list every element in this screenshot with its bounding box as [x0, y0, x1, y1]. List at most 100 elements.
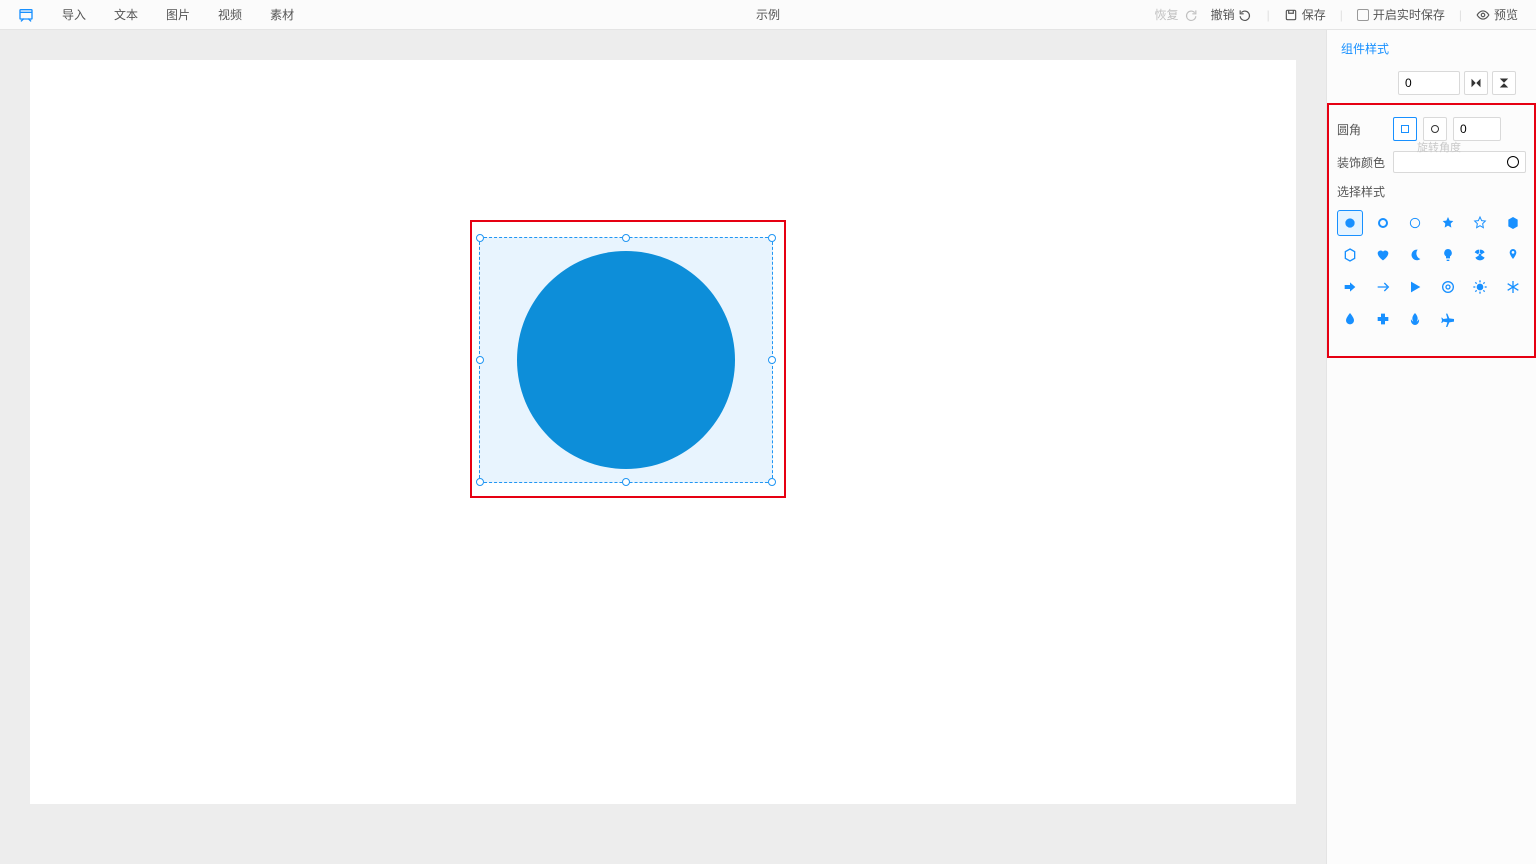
separator: | [1340, 8, 1343, 22]
drop-icon [1342, 311, 1358, 327]
separator: | [1267, 8, 1270, 22]
corner-square-icon [1399, 123, 1411, 135]
flip-vertical-button[interactable] [1492, 71, 1516, 95]
corner-label: 圆角 [1337, 121, 1387, 138]
style-lightbulb[interactable] [1435, 242, 1461, 268]
heart-filled-icon [1375, 247, 1391, 263]
style-star-filled[interactable] [1435, 210, 1461, 236]
flip-horizontal-icon [1470, 77, 1482, 89]
plane-icon [1440, 311, 1456, 327]
corner-radius-row: 圆角 [1337, 117, 1526, 141]
plus-icon [1375, 311, 1391, 327]
menu-video[interactable]: 视频 [218, 6, 242, 23]
menu-image[interactable]: 图片 [166, 6, 190, 23]
flip-horizontal-button[interactable] [1464, 71, 1488, 95]
resize-handle-br[interactable] [768, 478, 776, 486]
app-logo-icon[interactable] [18, 7, 34, 23]
style-target[interactable] [1435, 274, 1461, 300]
style-hexagon-filled[interactable] [1500, 210, 1526, 236]
style-circle-outline[interactable] [1402, 210, 1428, 236]
flip-vertical-icon [1498, 77, 1510, 89]
annotation-highlight-canvas [470, 220, 786, 498]
rotation-hint: 旋转角度 [1417, 139, 1461, 155]
style-hexagon-outline[interactable] [1337, 242, 1363, 268]
resize-handle-tm[interactable] [622, 234, 630, 242]
resize-handle-mr[interactable] [768, 356, 776, 364]
color-ring-icon [1507, 156, 1519, 168]
canvas[interactable] [30, 60, 1296, 804]
style-circle-filled[interactable] [1337, 210, 1363, 236]
style-drop[interactable] [1337, 306, 1363, 332]
save-button[interactable]: 保存 [1284, 6, 1326, 23]
selection-box[interactable] [479, 237, 773, 483]
arrow-right-filled-icon [1342, 279, 1358, 295]
toolbar-right: 恢复 撤销 | 保存 | 开启实时保存 | 预览 [1155, 6, 1536, 23]
style-star-outline[interactable] [1467, 210, 1493, 236]
corner-mode-round-button[interactable] [1423, 117, 1447, 141]
decor-color-label: 装饰颜色 [1337, 154, 1387, 171]
selected-shape-circle[interactable] [517, 251, 735, 469]
main-area: 组件样式 旋转角度 圆角 [0, 30, 1536, 864]
panel-title: 组件样式 [1337, 40, 1526, 57]
select-style-row: 选择样式 [1337, 183, 1526, 200]
document-title: 示例 [756, 6, 780, 23]
resize-handle-tl[interactable] [476, 234, 484, 242]
style-plane[interactable] [1435, 306, 1461, 332]
circle-outline-icon [1407, 215, 1423, 231]
target-icon [1440, 279, 1456, 295]
hexagon-filled-icon [1505, 215, 1521, 231]
arrow-right-icon [1375, 279, 1391, 295]
resize-handle-tr[interactable] [768, 234, 776, 242]
style-plus[interactable] [1370, 306, 1396, 332]
lightbulb-icon [1440, 247, 1456, 263]
checkbox-icon[interactable] [1357, 9, 1369, 21]
style-arrow-right[interactable] [1370, 274, 1396, 300]
circle-filled-icon [1342, 215, 1358, 231]
top-toolbar: 导入 文本 图片 视频 素材 示例 恢复 撤销 | 保存 | 开启实时保存 | … [0, 0, 1536, 30]
separator: | [1459, 8, 1462, 22]
fire-icon [1407, 311, 1423, 327]
sun-gear-icon [1472, 279, 1488, 295]
hexagon-outline-icon [1342, 247, 1358, 263]
resize-handle-bl[interactable] [476, 478, 484, 486]
style-fire[interactable] [1402, 306, 1428, 332]
resize-handle-bm[interactable] [622, 478, 630, 486]
rotation-row: 旋转角度 [1337, 71, 1526, 101]
select-style-label: 选择样式 [1337, 183, 1385, 200]
star-outline-icon [1472, 215, 1488, 231]
corner-mode-square-button[interactable] [1393, 117, 1417, 141]
style-snowflake[interactable] [1500, 274, 1526, 300]
style-caret-right[interactable] [1402, 274, 1428, 300]
corner-value-input[interactable] [1453, 117, 1501, 141]
style-pin[interactable] [1500, 242, 1526, 268]
undo-icon [1239, 8, 1253, 22]
caret-right-icon [1407, 279, 1423, 295]
toolbar-left: 导入 文本 图片 视频 素材 [0, 6, 294, 23]
style-heart-filled[interactable] [1370, 242, 1396, 268]
style-moon[interactable] [1402, 242, 1428, 268]
redo-button[interactable]: 恢复 [1155, 6, 1197, 23]
save-icon [1284, 8, 1298, 22]
style-circle-bold-outline[interactable] [1370, 210, 1396, 236]
redo-icon [1183, 8, 1197, 22]
rotation-input[interactable] [1398, 71, 1460, 95]
preview-button[interactable]: 预览 [1476, 6, 1518, 23]
menu-material[interactable]: 素材 [270, 6, 294, 23]
corner-round-icon [1429, 123, 1441, 135]
eye-icon [1476, 8, 1490, 22]
undo-button[interactable]: 撤销 [1211, 6, 1253, 23]
right-panel: 组件样式 旋转角度 圆角 [1326, 30, 1536, 864]
autosave-toggle[interactable]: 开启实时保存 [1357, 6, 1445, 23]
menu-text[interactable]: 文本 [114, 6, 138, 23]
canvas-wrap [0, 30, 1326, 864]
resize-handle-ml[interactable] [476, 356, 484, 364]
snowflake-icon [1505, 279, 1521, 295]
style-arrow-right-filled[interactable] [1337, 274, 1363, 300]
circle-bold-outline-icon [1375, 215, 1391, 231]
style-sun-gear[interactable] [1467, 274, 1493, 300]
moon-icon [1407, 247, 1423, 263]
star-filled-icon [1440, 215, 1456, 231]
style-radiation[interactable] [1467, 242, 1493, 268]
menu-import[interactable]: 导入 [62, 6, 86, 23]
radiation-icon [1472, 247, 1488, 263]
